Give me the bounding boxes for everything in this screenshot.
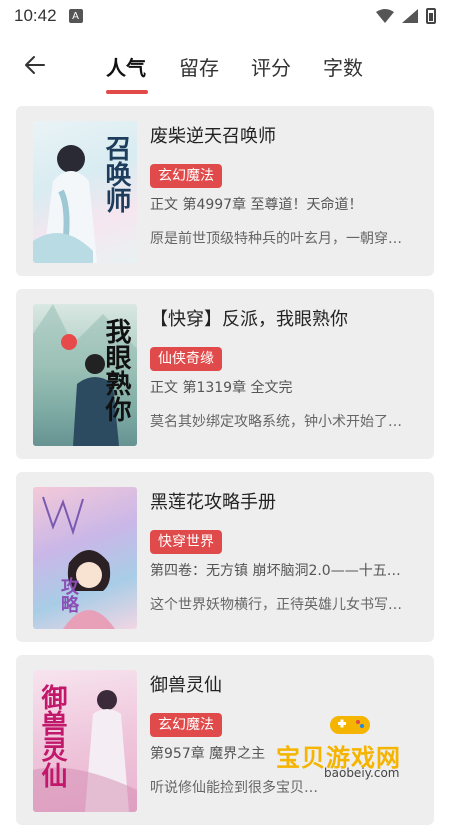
book-description: 这个世界妖物横行，正待英雄儿女书写… xyxy=(150,597,402,613)
tab-retention[interactable]: 留存 xyxy=(179,52,219,81)
book-cover: 攻略 xyxy=(33,487,137,629)
book-title: 御兽灵仙 xyxy=(150,675,222,696)
back-button[interactable] xyxy=(20,50,50,80)
watermark-url: baobeiy.com xyxy=(324,766,400,780)
latest-chapter: 正文 第4997章 至尊道！天命道！ xyxy=(150,197,363,213)
status-icons xyxy=(376,8,436,24)
notification-icon: A xyxy=(68,9,83,23)
status-time: 10:42 xyxy=(14,6,57,25)
cover-title: 攻略 xyxy=(58,577,79,613)
battery-icon xyxy=(426,8,436,24)
book-title: 废柴逆天召唤师 xyxy=(150,126,276,147)
back-arrow-icon xyxy=(25,56,45,74)
watermark: 宝贝游戏网 baobeiy.com xyxy=(276,712,446,782)
genre-tag: 玄幻魔法 xyxy=(150,164,222,188)
book-cover: 召唤师 xyxy=(33,121,137,263)
tab-word-count[interactable]: 字数 xyxy=(323,52,363,81)
cover-title: 我眼熟你 xyxy=(101,318,131,422)
cover-title: 御兽灵仙 xyxy=(37,684,67,788)
tab-rating[interactable]: 评分 xyxy=(251,52,291,81)
book-title: 黑莲花攻略手册 xyxy=(150,492,276,513)
latest-chapter: 第四卷：无方镇 崩坏脑洞2.0——十五… xyxy=(150,563,401,579)
book-title: 【快穿】反派，我眼熟你 xyxy=(150,309,348,330)
wifi-icon xyxy=(376,9,394,23)
book-card[interactable]: 我眼熟你 【快穿】反派，我眼熟你 仙侠奇缘 正文 第1319章 全文完 莫名其妙… xyxy=(16,289,434,459)
book-cover: 御兽灵仙 xyxy=(33,670,137,812)
book-card[interactable]: 召唤师 废柴逆天召唤师 玄幻魔法 正文 第4997章 至尊道！天命道！ 原是前世… xyxy=(16,106,434,276)
cover-title: 召唤师 xyxy=(101,135,131,213)
genre-tag: 玄幻魔法 xyxy=(150,713,222,737)
tab-indicator xyxy=(106,90,148,94)
latest-chapter: 正文 第1319章 全文完 xyxy=(150,380,293,396)
signal-icon xyxy=(402,9,418,23)
tab-popularity[interactable]: 人气 xyxy=(106,52,146,81)
genre-tag: 仙侠奇缘 xyxy=(150,347,222,371)
genre-tag: 快穿世界 xyxy=(150,530,222,554)
book-description: 原是前世顶级特种兵的叶玄月，一朝穿… xyxy=(150,231,402,247)
book-card[interactable]: 攻略 黑莲花攻略手册 快穿世界 第四卷：无方镇 崩坏脑洞2.0——十五… 这个世… xyxy=(16,472,434,642)
gamepad-icon xyxy=(330,716,370,734)
status-bar: 10:42 A xyxy=(0,0,450,32)
book-cover: 我眼熟你 xyxy=(33,304,137,446)
book-description: 莫名其妙绑定攻略系统，钟小术开始了… xyxy=(150,414,402,430)
top-nav: 人气 留存 评分 字数 xyxy=(0,38,450,96)
